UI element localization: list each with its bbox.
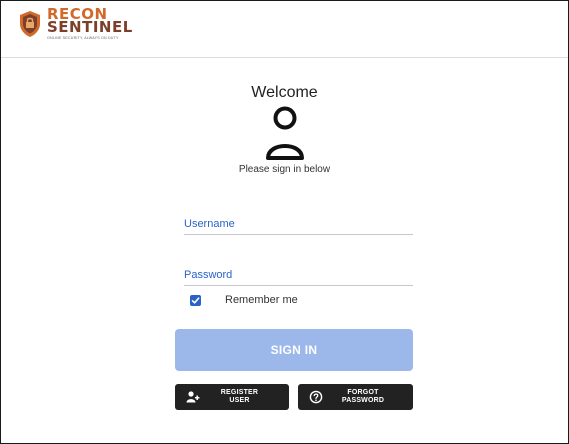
brand-tagline: ONLINE SECURITY, ALWAYS ON DUTY <box>47 36 119 40</box>
forgot-label-line1: FORGOT <box>347 389 379 396</box>
welcome-title: Welcome <box>251 84 318 101</box>
brand-logo[interactable]: RECON SENTINEL ONLINE SECURITY, ALWAYS O… <box>19 7 133 40</box>
brand-name-line2: SENTINEL <box>47 18 133 36</box>
login-window: RECON SENTINEL ONLINE SECURITY, ALWAYS O… <box>0 0 569 444</box>
sign-in-subtitle: Please sign in below <box>238 164 331 175</box>
username-field <box>184 214 413 235</box>
shield-logo-icon <box>20 11 40 37</box>
sign-in-button[interactable]: SIGN IN <box>175 329 413 371</box>
password-field <box>184 265 413 286</box>
remember-me-row: Remember me <box>190 294 298 306</box>
password-input[interactable] <box>184 265 413 285</box>
user-avatar-icon <box>266 106 304 160</box>
register-label-line1: REGISTER <box>220 389 259 396</box>
forgot-password-button[interactable]: FORGOT PASSWORD <box>298 384 413 410</box>
register-label-line2: USER <box>229 397 250 404</box>
register-user-button[interactable]: REGISTER USER <box>175 384 289 410</box>
help-circle-icon <box>309 390 323 404</box>
add-user-icon <box>186 391 200 403</box>
username-input[interactable] <box>184 214 413 234</box>
header-bar: RECON SENTINEL ONLINE SECURITY, ALWAYS O… <box>1 1 568 58</box>
remember-me-label: Remember me <box>225 294 298 306</box>
remember-me-checkbox[interactable] <box>190 294 201 306</box>
forgot-label-line2: PASSWORD <box>341 397 385 404</box>
check-icon <box>191 296 200 304</box>
